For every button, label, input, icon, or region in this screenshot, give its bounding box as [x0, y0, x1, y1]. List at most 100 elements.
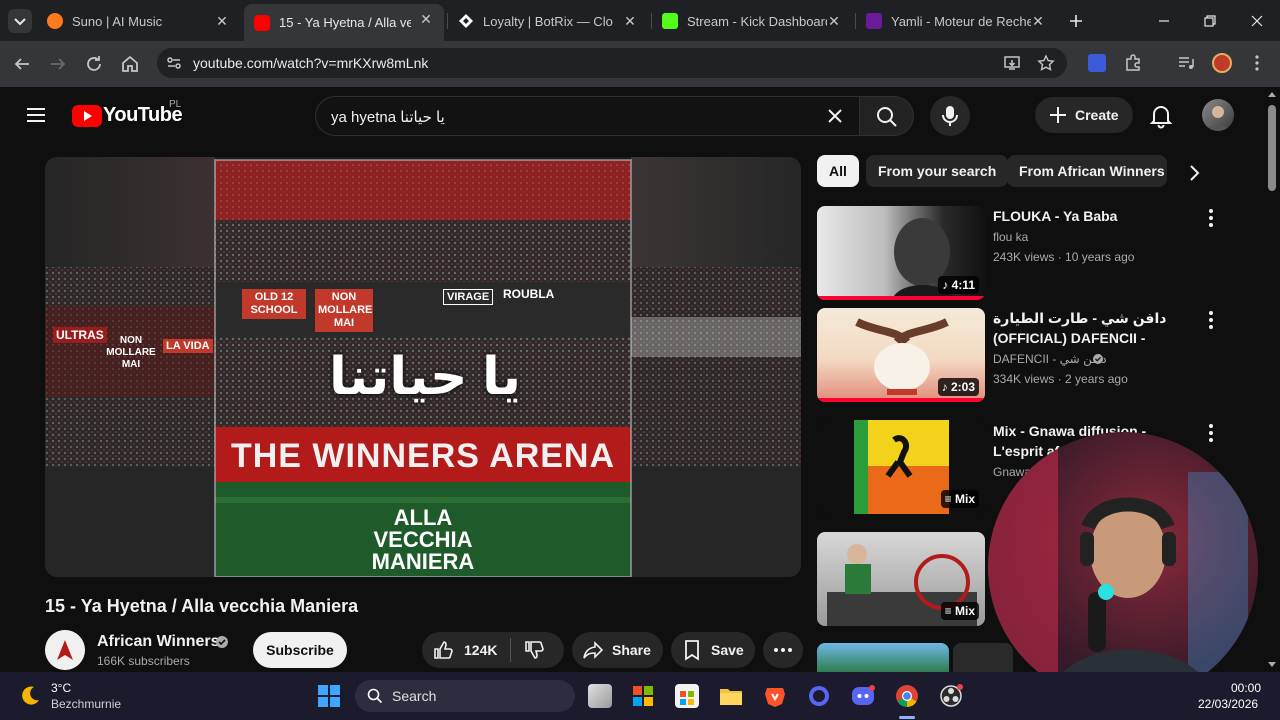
voice-search-button[interactable]	[930, 96, 970, 136]
share-button[interactable]: Share	[572, 632, 663, 668]
close-icon[interactable]: ✕	[826, 13, 842, 29]
weather-condition: Bezchmurnie	[51, 697, 122, 711]
youtube-page: YouTube PL ya hyetna يا حياتنا Create OL…	[0, 87, 1264, 672]
video-player[interactable]: OLD 12 SCHOOL NON MOLLARE MAI VIRAGE ROU…	[45, 157, 801, 577]
clock-time[interactable]: 00:00	[1231, 681, 1261, 695]
start-button[interactable]	[317, 684, 341, 708]
discord-ring-icon[interactable]	[807, 684, 831, 708]
rec-title[interactable]: دافن شي - طارت الطيارة (OFFICIAL) DAFENC…	[993, 308, 1193, 348]
clear-search-icon[interactable]	[824, 105, 846, 127]
rec-channel[interactable]: flou ka	[993, 228, 1028, 246]
tab-search-button[interactable]	[8, 9, 32, 33]
browser-menu-icon[interactable]	[1248, 54, 1266, 72]
task-view-icon[interactable]	[588, 684, 612, 708]
rec-thumbnail-partial[interactable]	[953, 643, 1013, 672]
minimize-button[interactable]	[1152, 9, 1176, 33]
chip-from-channel[interactable]: From African Winners	[1007, 155, 1167, 187]
taskbar-search-box[interactable]: Search	[355, 680, 575, 712]
rec-channel[interactable]: DAFENCII - دافن شي	[993, 350, 1107, 368]
youtube-play-logo-icon	[72, 105, 102, 127]
search-icon	[877, 107, 897, 127]
obs-studio-icon[interactable]	[939, 684, 963, 708]
arrow-left-icon	[14, 58, 29, 70]
site-info-icon[interactable]	[165, 54, 183, 72]
chevron-right-icon	[1190, 165, 1200, 181]
channel-name[interactable]: African Winners	[97, 633, 220, 651]
close-icon[interactable]: ✕	[214, 13, 230, 29]
suno-favicon-icon	[47, 13, 63, 29]
close-icon[interactable]: ✕	[418, 11, 434, 27]
account-avatar[interactable]	[1202, 99, 1234, 131]
back-button[interactable]	[10, 52, 34, 76]
dislike-button[interactable]	[511, 639, 545, 661]
more-actions-button[interactable]	[763, 632, 803, 668]
close-window-button[interactable]	[1245, 9, 1269, 33]
scrollbar-thumb[interactable]	[1268, 105, 1276, 191]
arrow-right-icon	[51, 58, 66, 70]
extensions-puzzle-icon[interactable]	[1124, 54, 1142, 72]
bookmark-icon	[685, 640, 699, 661]
new-tab-button[interactable]	[1064, 9, 1088, 33]
bookmark-star-icon[interactable]	[1037, 54, 1055, 72]
page-scrollbar[interactable]	[1264, 87, 1280, 672]
home-icon	[122, 55, 138, 72]
close-icon[interactable]: ✕	[622, 13, 638, 29]
taskbar-search-label: Search	[392, 688, 437, 704]
close-icon	[1251, 15, 1263, 27]
reload-button[interactable]	[82, 52, 106, 76]
home-button[interactable]	[118, 52, 142, 76]
chip-from-your-search[interactable]: From your search	[866, 155, 1009, 187]
create-button[interactable]: Create	[1035, 97, 1133, 133]
thumb-flag-virage: VIRAGE	[443, 289, 494, 305]
chip-all[interactable]: All	[817, 155, 859, 187]
browser-tab-suno[interactable]: Suno | AI Music ✕	[37, 6, 240, 36]
widgets-store-icon[interactable]	[631, 684, 655, 708]
botrix-favicon-icon	[458, 13, 474, 29]
menu-hamburger-icon[interactable]	[24, 103, 48, 127]
browser-tab-botrix[interactable]: Loyalty | BotRix — Cloud Chatbot ✕	[448, 6, 648, 36]
scroll-down-arrow-icon[interactable]	[1267, 661, 1277, 669]
weather-widget[interactable]: 3°C Bezchmurnie	[18, 680, 128, 714]
restore-button[interactable]	[1198, 9, 1222, 33]
like-button[interactable]: 124K	[422, 639, 510, 661]
share-label: Share	[612, 642, 651, 658]
clock-date[interactable]: 22/03/2026	[1198, 697, 1258, 711]
media-controls-icon[interactable]	[1177, 54, 1195, 72]
browser-tab-youtube[interactable]: 15 - Ya Hyetna / Alla vecchia Maniera ✕	[244, 4, 444, 41]
rec-thumbnail-mix[interactable]: ≡ Mix	[817, 420, 985, 514]
extension-shield-icon[interactable]	[1088, 54, 1106, 72]
search-input[interactable]: ya hyetna يا حياتنا	[315, 96, 860, 136]
search-button[interactable]	[859, 96, 914, 136]
profile-avatar[interactable]	[1212, 53, 1232, 73]
mix-badge: ≡ Mix	[940, 602, 979, 620]
subscribe-button[interactable]: Subscribe	[253, 632, 347, 668]
install-app-icon[interactable]	[1003, 54, 1021, 72]
microsoft-store-icon[interactable]	[675, 684, 699, 708]
browser-tab-kick[interactable]: Stream - Kick Dashboard ✕	[652, 6, 852, 36]
forward-button[interactable]	[46, 52, 70, 76]
more-vertical-icon[interactable]	[1203, 423, 1219, 443]
brave-browser-icon[interactable]	[763, 684, 787, 708]
more-vertical-icon[interactable]	[1203, 208, 1219, 228]
thumbs-down-icon	[525, 641, 544, 659]
more-vertical-icon[interactable]	[1203, 310, 1219, 330]
save-button[interactable]: Save	[671, 632, 755, 668]
browser-tab-yamli[interactable]: Yamli - Moteur de Recherche ✕	[856, 6, 1056, 36]
notifications-bell-icon[interactable]	[1149, 103, 1173, 129]
channel-avatar[interactable]	[45, 630, 85, 670]
close-icon[interactable]: ✕	[1030, 13, 1046, 29]
chip-label: From your search	[878, 163, 997, 179]
youtube-logo[interactable]: YouTube PL	[72, 99, 183, 129]
rec-thumbnail[interactable]: ♪ 2:03	[817, 308, 985, 402]
discord-icon[interactable]	[851, 684, 875, 708]
chrome-icon[interactable]	[895, 684, 919, 708]
rec-thumbnail[interactable]: ♪ 4:11	[817, 206, 985, 300]
search-icon	[367, 688, 383, 704]
chips-next-button[interactable]	[1180, 159, 1208, 187]
rec-thumbnail-partial[interactable]	[817, 643, 949, 672]
rec-title[interactable]: FLOUKA - Ya Baba	[993, 206, 1193, 226]
scroll-up-arrow-icon[interactable]	[1267, 90, 1277, 98]
rec-thumbnail-mix[interactable]: ≡ Mix	[817, 532, 985, 626]
progress-bar	[817, 398, 985, 402]
file-explorer-icon[interactable]	[719, 684, 743, 708]
